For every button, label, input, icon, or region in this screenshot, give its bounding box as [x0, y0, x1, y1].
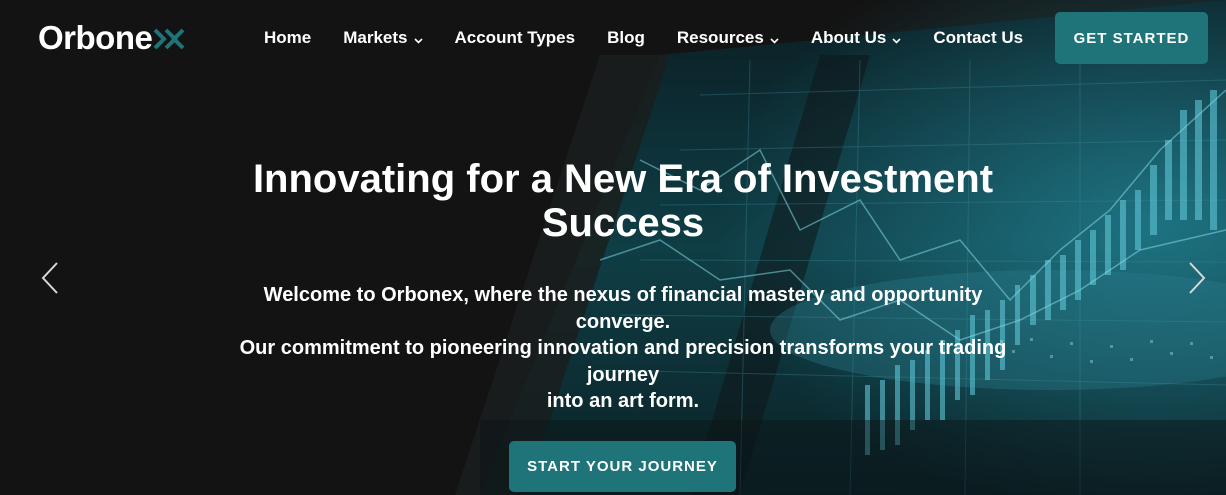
- nav-item-blog[interactable]: Blog: [591, 25, 661, 51]
- nav-item-about-us[interactable]: About Us: [795, 24, 918, 52]
- chevron-right-icon[interactable]: [1187, 261, 1207, 295]
- nav-item-home[interactable]: Home: [248, 25, 327, 51]
- hero-title: Innovating for a New Era of Investment S…: [252, 157, 994, 245]
- double-chevron-x-icon: [153, 28, 185, 55]
- nav-item-account-types[interactable]: Account Types: [439, 25, 592, 51]
- logo-text: Orbone: [38, 19, 153, 56]
- hero-subtitle: Welcome to Orbonex, where the nexus of f…: [220, 282, 1026, 415]
- chevron-left-icon[interactable]: [40, 261, 60, 295]
- nav-item-label: Blog: [607, 28, 645, 47]
- nav-item-label: Contact Us: [933, 28, 1024, 47]
- hero-subtitle-line: into an art form.: [546, 390, 700, 412]
- main-nav: Home Markets Account Types Blog Resource…: [248, 24, 1039, 52]
- nav-item-label: Resources: [676, 28, 764, 47]
- chevron-down-icon: [770, 26, 779, 52]
- nav-item-label: Account Types: [454, 28, 576, 47]
- hero-subtitle-line: Our commitment to pioneering innovation …: [239, 337, 1007, 386]
- nav-item-label: Home: [264, 28, 312, 47]
- nav-item-markets[interactable]: Markets: [327, 24, 438, 52]
- nav-item-label: About Us: [810, 28, 887, 47]
- start-your-journey-button[interactable]: START YOUR JOURNEY: [509, 441, 736, 492]
- logo[interactable]: Orbone: [38, 20, 185, 56]
- get-started-button[interactable]: GET STARTED: [1055, 12, 1208, 64]
- nav-item-resources[interactable]: Resources: [661, 24, 795, 52]
- nav-item-label: Markets: [343, 28, 408, 47]
- chevron-down-icon: [413, 26, 423, 52]
- hero-subtitle-line: Welcome to Orbonex, where the nexus of f…: [263, 284, 983, 333]
- site-header: Orbone Home Markets Account Types Blog R…: [0, 0, 1226, 76]
- nav-item-contact-us[interactable]: Contact Us: [917, 25, 1039, 51]
- chevron-down-icon: [892, 26, 901, 52]
